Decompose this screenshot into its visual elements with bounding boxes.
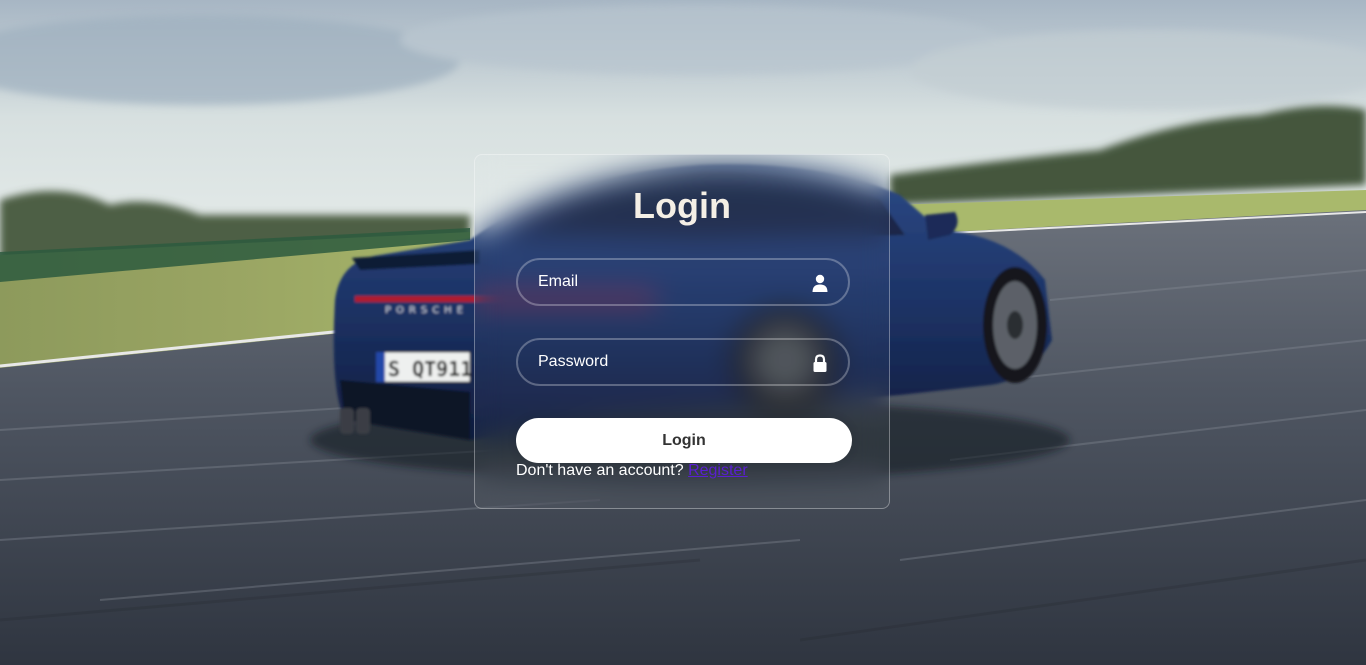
password-input[interactable] bbox=[518, 340, 848, 384]
register-link[interactable]: Register bbox=[688, 462, 748, 479]
user-icon bbox=[812, 274, 828, 292]
svg-text:S QT911: S QT911 bbox=[388, 357, 472, 381]
email-input[interactable] bbox=[518, 260, 848, 304]
svg-text:PORSCHE: PORSCHE bbox=[385, 305, 468, 316]
register-prompt: Don't have an account? Register bbox=[516, 462, 748, 480]
login-form-card: Login Login Don't have an account? Regis… bbox=[474, 154, 890, 509]
password-field-wrapper bbox=[516, 338, 850, 386]
login-page: S QT911 PORSCHE Login Email Login Don't … bbox=[0, 0, 1366, 665]
lock-icon bbox=[813, 354, 827, 372]
login-title: Login bbox=[633, 185, 731, 226]
register-prompt-text: Don't have an account? bbox=[516, 462, 684, 479]
login-button[interactable]: Login bbox=[516, 418, 852, 463]
email-field-wrapper bbox=[516, 258, 850, 306]
